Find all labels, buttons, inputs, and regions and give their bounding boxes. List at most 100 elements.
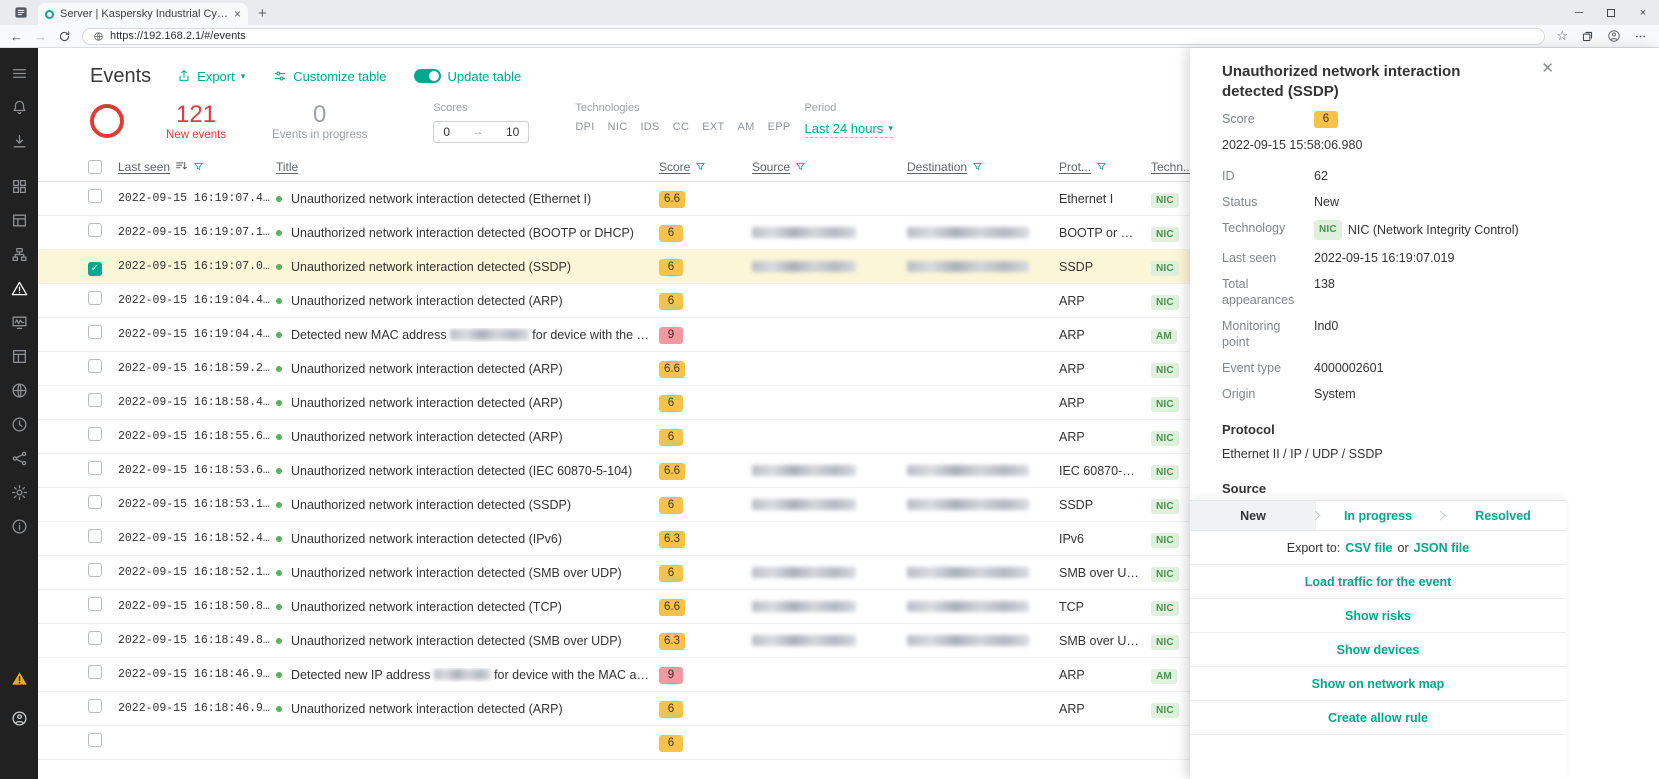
event-protocol: ARP: [1059, 328, 1151, 342]
status-tab-new[interactable]: New: [1190, 501, 1316, 530]
technology-filter-cc[interactable]: CC: [673, 121, 690, 133]
filter-funnel-icon[interactable]: [1096, 161, 1107, 172]
window-maximize-button[interactable]: [1595, 0, 1627, 25]
new-events-counter[interactable]: 121 New events: [166, 102, 226, 141]
sidebar-item-events[interactable]: [0, 271, 38, 305]
refresh-button[interactable]: [58, 30, 71, 43]
column-protocol[interactable]: Prot...: [1059, 160, 1091, 174]
sidebar-item-web-console[interactable]: [0, 373, 38, 407]
sort-descending-icon[interactable]: [175, 160, 188, 173]
column-source[interactable]: Source: [752, 160, 790, 174]
row-checkbox[interactable]: [88, 529, 102, 543]
sidebar-item-network-control[interactable]: [0, 305, 38, 339]
browser-profile-icon[interactable]: [1607, 29, 1621, 43]
export-csv-link[interactable]: CSV file: [1345, 541, 1392, 555]
sidebar-item-audit[interactable]: [0, 407, 38, 441]
browser-workspaces-icon[interactable]: [8, 2, 34, 23]
column-title[interactable]: Title: [276, 160, 298, 174]
tab-close-icon[interactable]: ×: [234, 7, 241, 21]
field-value: System: [1314, 386, 1538, 402]
filter-funnel-icon[interactable]: [972, 161, 983, 172]
browser-menu-dots-icon[interactable]: [1634, 30, 1647, 43]
row-checkbox[interactable]: [88, 189, 102, 203]
sidebar-item-about[interactable]: [0, 509, 38, 543]
collections-icon[interactable]: [1581, 30, 1594, 43]
technology-filter-nic[interactable]: NIC: [608, 121, 628, 133]
event-title: Unauthorized network interaction detecte…: [276, 396, 659, 410]
filter-funnel-icon[interactable]: [695, 161, 706, 172]
row-checkbox[interactable]: [88, 495, 102, 509]
filter-funnel-icon[interactable]: [193, 161, 204, 172]
action-create-allow-rule[interactable]: Create allow rule: [1190, 701, 1566, 735]
select-all-checkbox[interactable]: [88, 160, 102, 174]
column-last-seen[interactable]: Last seen: [118, 160, 170, 174]
sidebar-item-network-map[interactable]: [0, 441, 38, 475]
status-tab-in-progress[interactable]: In progress: [1315, 501, 1441, 530]
sidebar-item-downloads[interactable]: [0, 124, 38, 158]
row-checkbox[interactable]: ✓: [88, 262, 102, 276]
audit-icon: [11, 416, 28, 433]
technology-filter-am[interactable]: AM: [738, 121, 755, 133]
action-show-risks[interactable]: Show risks: [1190, 599, 1566, 633]
in-progress-counter[interactable]: 0 Events in progress: [272, 102, 367, 141]
toggle-on-icon[interactable]: [414, 69, 441, 83]
address-bar[interactable]: https://192.168.2.1/#/events: [82, 28, 1545, 45]
close-icon[interactable]: ✕: [1541, 61, 1554, 76]
row-checkbox[interactable]: [88, 563, 102, 577]
forward-button[interactable]: →: [34, 30, 47, 43]
sidebar-item-process-control[interactable]: [0, 237, 38, 271]
row-checkbox[interactable]: [88, 359, 102, 373]
redacted-source: [752, 227, 856, 238]
sidebar-item-user-profile[interactable]: [0, 701, 38, 735]
row-checkbox[interactable]: [88, 427, 102, 441]
score-min-input[interactable]: 0: [443, 125, 450, 139]
sidebar-item-reports[interactable]: [0, 339, 38, 373]
field-label: Total appearances: [1222, 276, 1314, 308]
downloads-icon: [11, 133, 28, 150]
sidebar-item-menu[interactable]: [0, 56, 38, 90]
browser-tabstrip: Server | Kaspersky Industrial Cyb... × +…: [0, 0, 1659, 25]
scores-range[interactable]: 0 → 10: [433, 121, 529, 143]
sidebar-item-settings[interactable]: [0, 475, 38, 509]
filter-funnel-icon[interactable]: [795, 161, 806, 172]
technology-filter-epp[interactable]: EPP: [768, 121, 791, 133]
period-select[interactable]: Last 24 hours ▾: [805, 121, 893, 138]
update-table-toggle[interactable]: Update table: [414, 69, 521, 84]
column-destination[interactable]: Destination: [907, 160, 967, 174]
export-button[interactable]: Export ▾: [177, 69, 245, 84]
status-tab-resolved[interactable]: Resolved: [1440, 501, 1566, 530]
row-checkbox[interactable]: [88, 597, 102, 611]
score-max-input[interactable]: 10: [506, 125, 519, 139]
column-score[interactable]: Score: [659, 160, 690, 174]
action-load-traffic-for-the-event[interactable]: Load traffic for the event: [1190, 565, 1566, 599]
back-button[interactable]: ←: [10, 30, 23, 43]
technology-filter-ids[interactable]: IDS: [640, 121, 659, 133]
row-checkbox[interactable]: [88, 291, 102, 305]
sidebar-item-assets[interactable]: [0, 203, 38, 237]
sidebar-item-system-warning[interactable]: [0, 661, 38, 695]
row-checkbox[interactable]: [88, 461, 102, 475]
column-technology[interactable]: Techn...: [1151, 160, 1193, 174]
row-checkbox[interactable]: [88, 665, 102, 679]
sidebar-item-notifications[interactable]: [0, 90, 38, 124]
row-checkbox[interactable]: [88, 733, 102, 747]
window-close-button[interactable]: ×: [1627, 0, 1659, 25]
row-checkbox[interactable]: [88, 393, 102, 407]
technology-filter-ext[interactable]: EXT: [702, 121, 724, 133]
action-show-on-network-map[interactable]: Show on network map: [1190, 667, 1566, 701]
favorites-star-icon[interactable]: ☆: [1556, 28, 1568, 44]
row-checkbox[interactable]: [88, 699, 102, 713]
browser-tab[interactable]: Server | Kaspersky Industrial Cyb... ×: [38, 3, 248, 25]
customize-table-button[interactable]: Customize table: [273, 69, 386, 84]
row-checkbox[interactable]: [88, 325, 102, 339]
technology-filter-dpi[interactable]: DPI: [575, 121, 594, 133]
window-minimize-button[interactable]: ─: [1563, 0, 1595, 25]
new-tab-button[interactable]: +: [258, 6, 267, 21]
update-table-label: Update table: [447, 69, 521, 84]
row-checkbox[interactable]: [88, 631, 102, 645]
technology-badge: NIC: [1151, 397, 1179, 412]
export-json-link[interactable]: JSON file: [1414, 541, 1470, 555]
sidebar-item-dashboard[interactable]: [0, 169, 38, 203]
row-checkbox[interactable]: [88, 223, 102, 237]
action-show-devices[interactable]: Show devices: [1190, 633, 1566, 667]
